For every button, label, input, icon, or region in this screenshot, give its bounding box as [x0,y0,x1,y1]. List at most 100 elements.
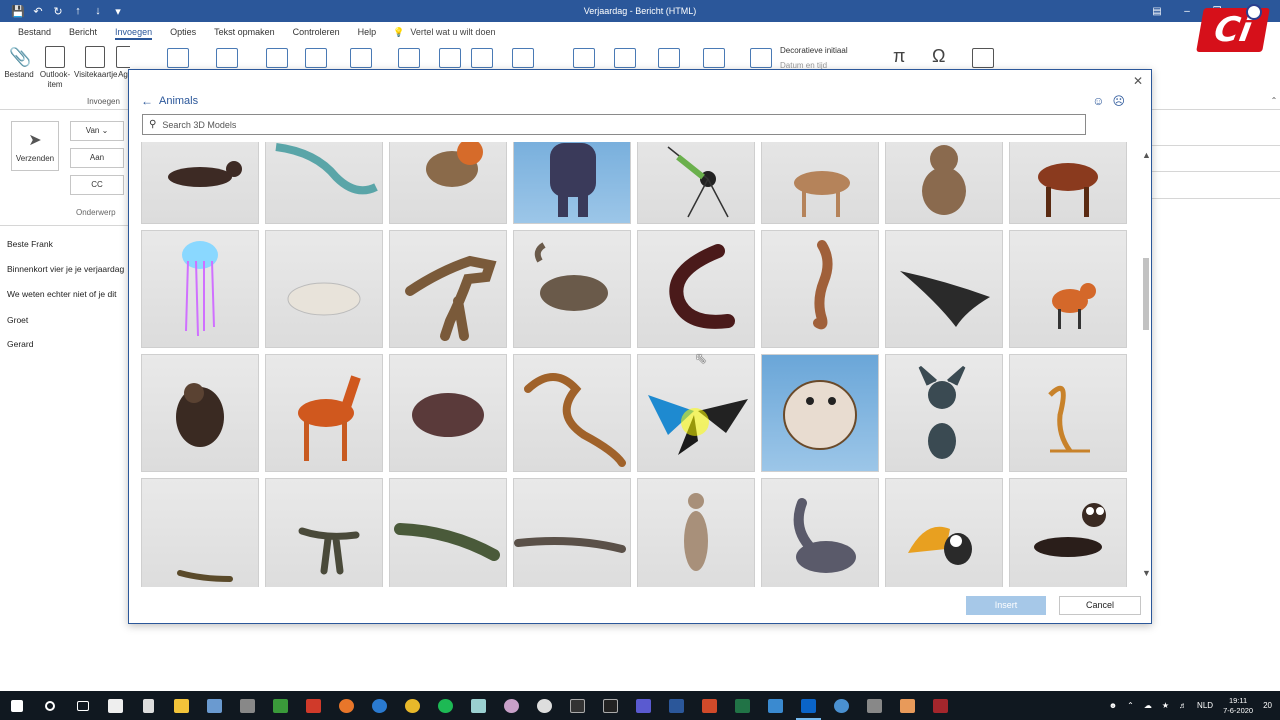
text-box-icon[interactable] [658,48,680,68]
app-orange-icon[interactable] [891,691,924,720]
minimize-icon[interactable]: – [1172,0,1202,22]
network-icon[interactable]: ★ [1162,701,1169,710]
model-tile-scorpion[interactable] [1009,354,1127,472]
tab-opties[interactable]: Opties [161,22,205,42]
model-tile-shell[interactable] [265,230,383,348]
browser-icon[interactable] [825,691,858,720]
tell-me-box[interactable]: 💡 Vertel wat u wilt doen [393,27,495,38]
model-tile-snake[interactable] [513,354,631,472]
link-icon[interactable] [573,48,595,68]
model-tile-horse[interactable] [1009,142,1127,224]
notes-icon[interactable] [462,691,495,720]
terminal-icon[interactable] [594,691,627,720]
store-icon[interactable] [99,691,132,720]
teams-icon[interactable] [627,691,660,720]
firefox-icon[interactable] [330,691,363,720]
body-line-3[interactable]: We weten echter niet of je dit [7,289,127,299]
recorder-icon[interactable] [297,691,330,720]
access-icon[interactable] [924,691,957,720]
model-tile-deer[interactable] [761,142,879,224]
outlook-item-button[interactable]: Outlook-item [38,46,72,90]
picture-icon[interactable] [266,48,288,68]
ribbon-collapse-icon[interactable]: ⌃ [1268,96,1280,110]
model-tile-plesiosaur[interactable] [265,142,383,224]
onedrive-icon[interactable]: ☁ [1144,701,1152,710]
media-icon[interactable] [528,691,561,720]
body-line-4[interactable]: Groet [7,315,127,325]
model-tile-komodo[interactable] [513,478,631,587]
calculator-icon[interactable] [858,691,891,720]
model-tile-gorilla[interactable] [513,142,631,224]
word-icon[interactable] [660,691,693,720]
send-button[interactable]: ➤ Verzenden [11,121,59,171]
shapes-icon[interactable] [305,48,327,68]
model-tile-bulldog[interactable] [761,354,879,472]
equation-icon[interactable]: π [893,46,905,67]
scrollbar-thumb[interactable] [1143,258,1149,330]
ribbon-display-icon[interactable]: ▤ [1142,0,1172,22]
clock[interactable]: 19:11 7-6-2020 [1223,696,1253,716]
down-arrow-icon[interactable]: ↓ [90,3,106,19]
model-tile-hippo[interactable] [389,354,507,472]
model-tile-seahorse[interactable] [761,230,879,348]
model-tile-mosquito[interactable] [637,142,755,224]
model-tile-toucan[interactable] [885,478,1003,587]
mail-icon[interactable] [759,691,792,720]
excel-icon[interactable] [726,691,759,720]
drop-cap-button[interactable]: Decoratieve initiaal Datum en tijd [780,46,848,70]
model-tile-manta-ray[interactable] [885,230,1003,348]
model-tile-fox[interactable] [1009,230,1127,348]
model-tile-brachiosaurus[interactable] [761,478,879,587]
tab-bestand[interactable]: Bestand [9,22,60,42]
to-button[interactable]: Aan [70,148,124,168]
screenshot-icon[interactable] [512,48,534,68]
brain-app-icon[interactable] [495,691,528,720]
scroll-up-icon[interactable]: ▲ [1142,150,1151,160]
model-tile-robin[interactable] [389,142,507,224]
smile-icon[interactable]: ☺ [1092,94,1104,108]
start-button[interactable] [0,691,33,720]
model-tile-sloth[interactable] [141,354,259,472]
model-tile-dachshund[interactable] [1009,478,1127,587]
horizontal-line-icon[interactable] [972,48,994,68]
icons-icon[interactable] [350,48,372,68]
model-tile-otter[interactable] [141,142,259,224]
tab-help[interactable]: Help [349,22,386,42]
business-card-button[interactable]: Visitekaartje [74,46,117,80]
outlook-icon[interactable] [792,691,825,720]
search-taskbar-icon[interactable] [33,691,66,720]
camtasia-icon[interactable] [264,691,297,720]
people-icon[interactable]: ☻ [1109,701,1117,710]
symbol-icon[interactable]: Ω [932,46,945,67]
notification-count[interactable]: 20 [1263,701,1272,710]
3d-models-icon[interactable] [398,48,420,68]
paint-icon[interactable] [231,691,264,720]
photos-icon[interactable] [198,691,231,720]
spotify-icon[interactable] [429,691,462,720]
undo-icon[interactable]: ↶ [30,3,46,19]
volume-icon[interactable]: ♬ [1179,701,1187,710]
model-tile-t-rex[interactable] [389,230,507,348]
powerpoint-icon[interactable] [693,691,726,720]
quick-parts-icon[interactable] [703,48,725,68]
body-line-5[interactable]: Gerard [7,339,127,349]
tab-invoegen[interactable]: Invoegen [106,22,161,42]
frown-icon[interactable]: ☹ [1112,94,1125,108]
up-arrow-icon[interactable]: ↑ [70,3,86,19]
signature-icon[interactable] [167,48,189,68]
save-icon[interactable]: 💾 [10,3,26,19]
redo-icon[interactable]: ↻ [50,3,66,19]
tab-tekst-opmaken[interactable]: Tekst opmaken [205,22,284,42]
model-tile-sphynx-cat[interactable] [885,354,1003,472]
wordart-icon[interactable] [750,48,772,68]
bookmark-icon[interactable] [614,48,636,68]
cancel-button[interactable]: Cancel [1059,596,1141,615]
insert-button[interactable]: Insert [966,596,1046,615]
typora-icon[interactable] [561,691,594,720]
model-tile-monkey[interactable] [885,142,1003,224]
attach-file-button[interactable]: 📎 Bestand [4,46,34,80]
body-line-2[interactable]: Binnenkort vier je je verjaardag [7,264,127,274]
model-tile-ankylosaurus[interactable] [513,230,631,348]
model-tile-orange-horse[interactable] [265,354,383,472]
chrome-icon[interactable] [396,691,429,720]
